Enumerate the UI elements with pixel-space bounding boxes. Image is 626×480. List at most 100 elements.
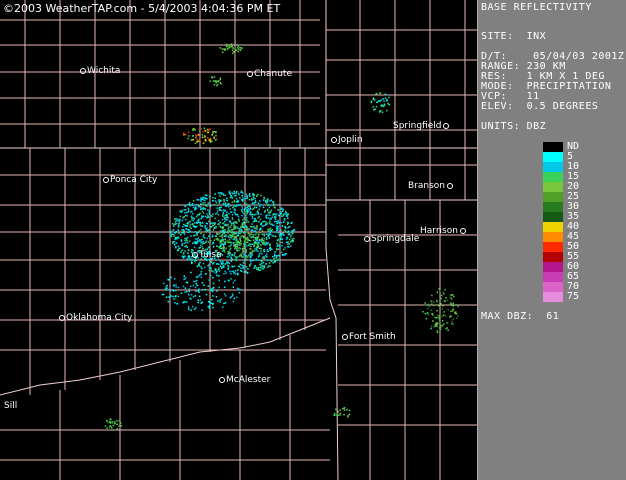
echo-pixel: [242, 251, 245, 253]
echo-pixel: [193, 218, 196, 220]
echo-pixel: [279, 247, 281, 249]
echo-pixel: [204, 201, 206, 204]
echo-pixel: [199, 221, 201, 224]
echo-pixel: [258, 221, 260, 223]
echo-pixel: [218, 263, 220, 265]
echo-pixel: [220, 231, 222, 233]
echo-pixel: [200, 265, 202, 268]
units-text: UNITS: DBZ: [481, 121, 547, 132]
echo-pixel: [204, 273, 207, 275]
echo-pixel: [226, 262, 228, 265]
echo-pixel: [209, 301, 211, 304]
echo-pixel: [223, 251, 226, 253]
echo-pixel: [201, 222, 204, 224]
echo-pixel: [241, 247, 244, 250]
echo-pixel: [228, 190, 231, 193]
echo-pixel: [239, 239, 242, 241]
echo-pixel: [273, 224, 275, 226]
echo-pixel: [221, 229, 223, 232]
echo-pixel: [200, 228, 202, 231]
echo-pixel: [226, 211, 228, 213]
echo-pixel: [384, 93, 387, 96]
echo-pixel: [214, 222, 216, 224]
echo-pixel: [276, 226, 279, 229]
echo-pixel: [243, 242, 246, 244]
echo-pixel: [188, 221, 191, 223]
echo-pixel: [186, 301, 188, 303]
echo-pixel: [251, 229, 254, 232]
echo-pixel: [174, 243, 176, 246]
echo-pixel: [228, 245, 230, 248]
echo-pixel: [203, 199, 205, 202]
legend-swatch: [543, 202, 563, 212]
echo-pixel: [243, 232, 246, 234]
echo-pixel: [285, 212, 287, 214]
echo-pixel: [240, 47, 243, 49]
echo-pixel: [175, 242, 178, 244]
echo-pixel: [260, 222, 262, 225]
echo-pixel: [270, 209, 273, 211]
echo-pixel: [208, 263, 210, 266]
echo-pixel: [222, 212, 225, 214]
echo-pixel: [222, 193, 224, 195]
echo-pixel: [200, 276, 203, 279]
echo-pixel: [455, 304, 457, 306]
echo-pixel: [234, 270, 237, 272]
echo-pixel: [201, 198, 203, 201]
echo-pixel: [381, 111, 384, 113]
echo-pixel: [216, 80, 219, 83]
echo-pixel: [201, 210, 204, 213]
echo-pixel: [231, 265, 233, 268]
timestamp-banner: ©2003 WeatherTAP.com - 5/4/2003 4:04:36 …: [3, 2, 281, 15]
echo-pixel: [176, 302, 178, 305]
echo-pixel: [203, 127, 206, 129]
echo-pixel: [201, 245, 203, 248]
echo-pixel: [223, 243, 226, 245]
echo-pixel: [195, 203, 197, 206]
echo-pixel: [219, 47, 221, 49]
legend-row: ND: [543, 142, 623, 152]
echo-pixel: [230, 222, 233, 224]
echo-pixel: [442, 305, 444, 307]
echo-pixel: [218, 286, 220, 289]
echo-pixel: [282, 209, 284, 211]
echo-pixel: [221, 218, 224, 221]
echo-pixel: [219, 78, 222, 81]
echo-pixel: [374, 99, 376, 101]
echo-pixel: [269, 233, 272, 235]
echo-pixel: [191, 213, 194, 215]
echo-pixel: [457, 315, 459, 317]
echo-pixel: [372, 106, 375, 108]
echo-pixel: [243, 209, 246, 211]
echo-pixel: [271, 228, 273, 231]
echo-pixel: [215, 202, 218, 204]
echo-pixel: [243, 265, 245, 267]
echo-pixel: [443, 311, 445, 313]
echo-pixel: [201, 225, 204, 227]
city-label: Joplin: [331, 135, 363, 145]
echo-pixel: [258, 268, 260, 271]
echo-pixel: [291, 232, 294, 235]
echo-pixel: [200, 232, 202, 235]
echo-pixel: [183, 229, 185, 232]
echo-pixel: [221, 48, 224, 50]
echo-pixel: [211, 235, 214, 238]
echo-pixel: [233, 192, 236, 194]
echo-pixel: [279, 234, 281, 236]
echo-pixel: [193, 225, 195, 228]
echo-pixel: [226, 260, 228, 263]
echo-pixel: [210, 267, 212, 270]
echo-pixel: [203, 266, 206, 269]
echo-pixel: [275, 220, 277, 223]
echo-pixel: [201, 309, 203, 311]
echo-pixel: [249, 208, 252, 211]
echo-pixel: [432, 320, 434, 322]
echo-pixel: [223, 302, 225, 305]
echo-pixel: [270, 218, 272, 220]
city-label: Springdale: [364, 234, 419, 244]
echo-pixel: [215, 80, 217, 82]
echo-pixel: [177, 286, 180, 289]
echo-pixel: [261, 262, 263, 265]
echo-pixel: [187, 308, 190, 310]
echo-pixel: [236, 226, 239, 229]
